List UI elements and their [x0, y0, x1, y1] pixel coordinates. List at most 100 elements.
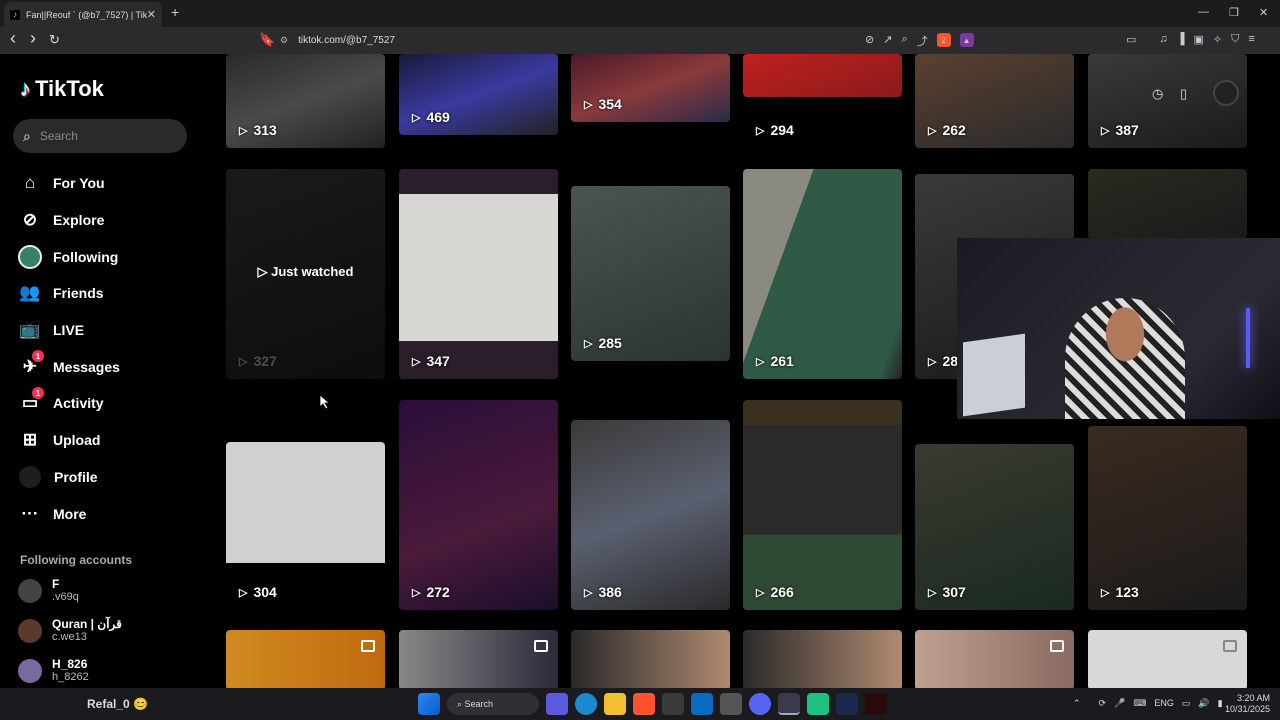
video-card[interactable]: ▷ 307: [915, 444, 1074, 610]
back-button[interactable]: ‹: [10, 28, 16, 49]
open-external-icon[interactable]: ↗: [883, 33, 892, 49]
user-avatar[interactable]: [1213, 80, 1239, 106]
close-tab-icon[interactable]: ✕: [147, 8, 156, 21]
media-icon[interactable]: ♫: [1159, 33, 1167, 46]
leo-ai-icon[interactable]: ✧: [1213, 33, 1222, 46]
taskbar-user-label[interactable]: Refal_0 😊: [87, 697, 148, 711]
avatar: [18, 658, 42, 683]
battery-icon[interactable]: ▮: [1218, 698, 1223, 709]
new-tab-button[interactable]: +: [171, 4, 179, 20]
sidebar-item-live[interactable]: 📺 LIVE: [18, 312, 120, 349]
video-card[interactable]: ▷ 262: [915, 54, 1074, 148]
translate-icon[interactable]: ⊘: [865, 33, 874, 49]
video-card-just-watched[interactable]: ▷ Just watched ▷ 327: [226, 169, 385, 379]
video-card[interactable]: ▷ 123: [1088, 426, 1247, 610]
video-card[interactable]: ▷ 266: [743, 400, 902, 610]
tiktok-favicon-icon: ♪: [10, 9, 20, 20]
zoom-icon[interactable]: ⌕: [901, 33, 907, 49]
sidebar-item-messages[interactable]: ✈ 1 Messages: [18, 348, 120, 385]
settings-icon[interactable]: [720, 693, 742, 715]
video-card[interactable]: [226, 630, 385, 688]
play-icon: ▷: [584, 586, 593, 599]
bookmark-icon[interactable]: 🔖: [259, 32, 275, 48]
view-count: 354: [598, 96, 622, 112]
video-card[interactable]: [571, 630, 730, 688]
network-app-icon[interactable]: ⟳: [1099, 698, 1107, 709]
browser-tab[interactable]: ♪ Fan||Reouf ` (@b7_7527) | TikT ✕: [4, 2, 162, 27]
store-icon[interactable]: [662, 693, 684, 715]
sidebar-item-explore[interactable]: ⊘ Explore: [18, 202, 120, 239]
windows-start-icon[interactable]: [418, 693, 440, 715]
video-card[interactable]: ▷ 347: [399, 169, 558, 379]
maximize-button[interactable]: ❐: [1229, 6, 1239, 19]
account-handle: c.we13: [52, 631, 87, 643]
outlook-icon[interactable]: [691, 693, 713, 715]
video-card[interactable]: [1088, 169, 1247, 239]
video-card[interactable]: ▷ 386: [571, 420, 730, 610]
clock-icon[interactable]: ◷: [1152, 86, 1163, 102]
volume-icon[interactable]: 🔊: [1198, 698, 1209, 709]
video-card[interactable]: [1088, 630, 1247, 688]
share-icon[interactable]: ⤴: [917, 33, 928, 49]
taskbar-search[interactable]: ⌕ Search: [447, 693, 539, 715]
site-info-icon[interactable]: ⚙: [280, 35, 288, 46]
steam-icon[interactable]: [836, 693, 858, 715]
sidebar-panel-icon[interactable]: ▭: [1126, 33, 1136, 46]
sidebar-item-more[interactable]: ··· More: [18, 495, 120, 532]
language-indicator[interactable]: ENG: [1154, 698, 1174, 709]
chevron-up-icon[interactable]: ⌃: [1073, 698, 1081, 709]
wallet-icon[interactable]: ▣: [1193, 33, 1203, 46]
sidebar-item-for-you[interactable]: ⌂ For You: [18, 165, 120, 202]
video-card[interactable]: ▷ 354: [571, 54, 730, 122]
video-card[interactable]: [399, 630, 558, 688]
close-window-button[interactable]: ✕: [1259, 6, 1268, 19]
search-input[interactable]: ⌕ Search: [13, 119, 187, 153]
brave-icon[interactable]: [633, 693, 655, 715]
forward-button[interactable]: ›: [30, 28, 36, 49]
following-account[interactable]: Quran | قرآن c.we13: [18, 617, 122, 644]
keyboard-icon[interactable]: ⌨: [1133, 698, 1146, 709]
whiteboard: [963, 333, 1025, 417]
app-icon[interactable]: [807, 693, 829, 715]
discord-icon[interactable]: [749, 693, 771, 715]
sidebar-toggle-icon[interactable]: ▐: [1177, 33, 1185, 46]
sidebar-item-upload[interactable]: ⊞ Upload: [18, 422, 120, 459]
play-icon: ▷: [239, 124, 248, 137]
photo-carousel-icon: [1223, 640, 1237, 652]
sidebar-item-friends[interactable]: 👥 Friends: [18, 275, 120, 312]
search-placeholder: Search: [39, 129, 78, 143]
tiktok-logo[interactable]: ♪ TikTok: [20, 76, 104, 102]
sidebar-item-profile[interactable]: Profile: [18, 459, 120, 496]
video-card[interactable]: [743, 54, 902, 97]
video-card[interactable]: ▷ 272: [399, 400, 558, 610]
obs-icon[interactable]: [778, 693, 800, 715]
app-icon[interactable]: [865, 693, 887, 715]
play-icon: ▷: [257, 264, 272, 279]
edge-icon[interactable]: [575, 693, 597, 715]
wifi-icon[interactable]: ▭: [1182, 698, 1191, 709]
device-icon[interactable]: ▯: [1180, 86, 1187, 102]
taskbar-clock[interactable]: 3:20 AM 10/31/2025: [1225, 693, 1270, 715]
vpn-shield-icon[interactable]: ⛉: [1231, 33, 1239, 46]
following-account[interactable]: H_826 h_8262: [18, 657, 89, 684]
video-card[interactable]: ▷ 469: [399, 54, 558, 135]
video-card[interactable]: ▷ 304: [226, 442, 385, 610]
video-card[interactable]: ▷ 261: [743, 169, 902, 379]
brave-shields-icon[interactable]: 2: [936, 33, 951, 47]
teams-icon[interactable]: [546, 693, 568, 715]
brave-rewards-icon[interactable]: ▲: [959, 33, 974, 47]
video-card[interactable]: [743, 630, 902, 688]
reload-button[interactable]: ↻: [49, 32, 60, 48]
sidebar-item-activity[interactable]: ▭ 1 Activity: [18, 385, 120, 422]
file-explorer-icon[interactable]: [604, 693, 626, 715]
menu-icon[interactable]: ≡: [1248, 33, 1254, 46]
video-card[interactable]: ▷ 285: [571, 186, 730, 361]
account-name: Quran | قرآن: [52, 617, 122, 631]
following-account[interactable]: F .v69q: [18, 577, 79, 604]
microphone-icon[interactable]: 🎤: [1114, 698, 1125, 709]
video-card[interactable]: [915, 630, 1074, 688]
view-count: 285: [598, 335, 622, 351]
sidebar-item-following[interactable]: Following: [18, 238, 120, 275]
video-card[interactable]: ▷ 313: [226, 54, 385, 148]
minimize-button[interactable]: —: [1198, 6, 1209, 18]
